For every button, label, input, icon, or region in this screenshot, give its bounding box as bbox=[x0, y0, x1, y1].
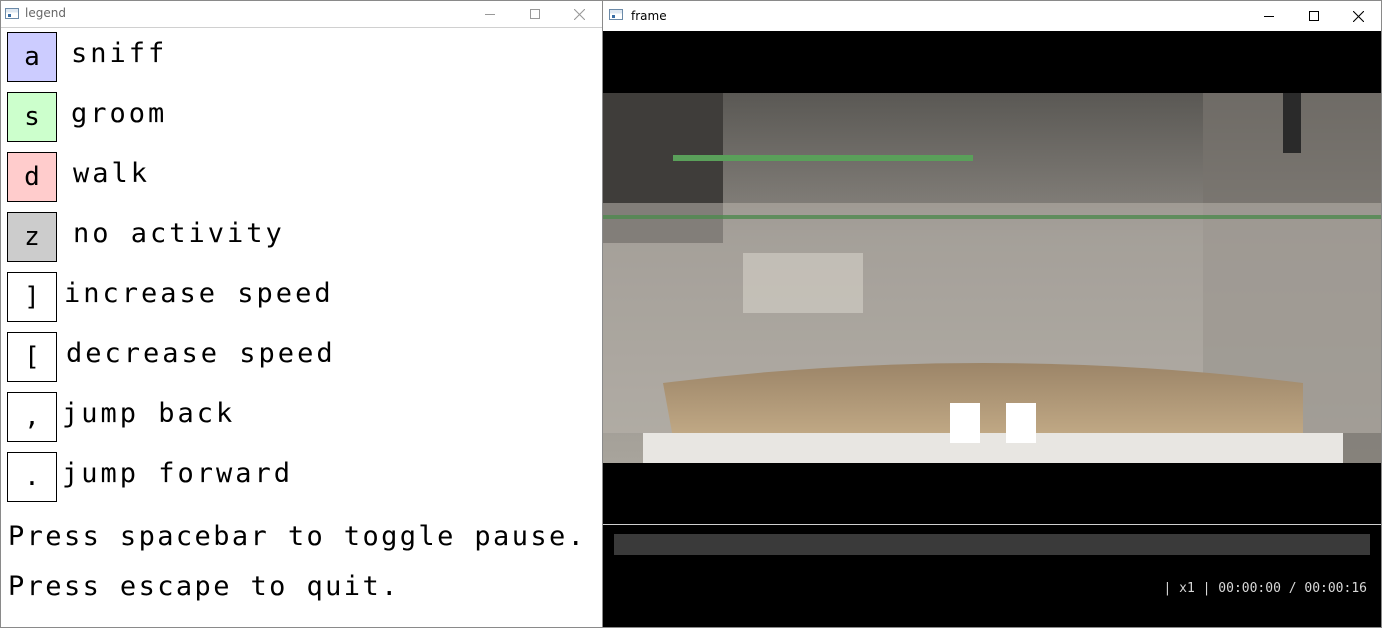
frame-title: frame bbox=[631, 9, 667, 23]
key-action-label: increase speed bbox=[64, 278, 334, 309]
key-badge: z bbox=[7, 212, 57, 262]
key-badge: [ bbox=[7, 332, 57, 382]
key-badge: ] bbox=[7, 272, 57, 322]
key-badge: s bbox=[7, 92, 57, 142]
pause-icon bbox=[950, 403, 1036, 443]
close-button[interactable] bbox=[557, 1, 602, 27]
frame-titlebar[interactable]: frame bbox=[603, 1, 1381, 31]
key-action-label: sniff bbox=[71, 38, 168, 69]
minimize-button[interactable] bbox=[467, 1, 512, 27]
maximize-icon bbox=[529, 9, 540, 19]
key-action-label: walk bbox=[73, 158, 151, 189]
close-button[interactable] bbox=[1336, 1, 1381, 31]
maximize-button[interactable] bbox=[512, 1, 557, 27]
playback-status: | x1 | 00:00:00 / 00:00:16 bbox=[1163, 581, 1368, 596]
minimize-icon bbox=[484, 13, 495, 15]
minimize-button[interactable] bbox=[1246, 1, 1291, 31]
legend-title: legend bbox=[25, 6, 66, 20]
frame-divider bbox=[603, 524, 1381, 525]
key-action-label: jump back bbox=[62, 398, 236, 429]
close-icon bbox=[1353, 10, 1364, 22]
key-badge: a bbox=[7, 32, 57, 82]
key-action-label: decrease speed bbox=[66, 338, 336, 369]
legend-window: legend a sniff s groom d walk z no activity] inc… bbox=[0, 0, 602, 628]
maximize-icon bbox=[1308, 11, 1319, 21]
key-badge: . bbox=[7, 452, 57, 502]
app-window-icon bbox=[609, 9, 623, 20]
app-window-icon bbox=[5, 8, 19, 19]
seek-bar[interactable] bbox=[614, 534, 1370, 555]
key-badge: , bbox=[7, 392, 57, 442]
maximize-button[interactable] bbox=[1291, 1, 1336, 31]
legend-titlebar[interactable]: legend bbox=[1, 1, 602, 28]
key-badge: d bbox=[7, 152, 57, 202]
help-pause-text: Press spacebar to toggle pause. bbox=[8, 521, 587, 552]
key-action-label: groom bbox=[71, 98, 168, 129]
help-quit-text: Press escape to quit. bbox=[8, 571, 400, 602]
key-action-label: jump forward bbox=[62, 458, 294, 489]
key-action-label: no activity bbox=[73, 218, 285, 249]
frame-window: frame | x1 | 00:00:00 / 00:00:16 bbox=[602, 0, 1382, 628]
close-icon bbox=[574, 8, 585, 20]
video-frame[interactable] bbox=[603, 93, 1381, 463]
minimize-icon bbox=[1263, 15, 1274, 17]
